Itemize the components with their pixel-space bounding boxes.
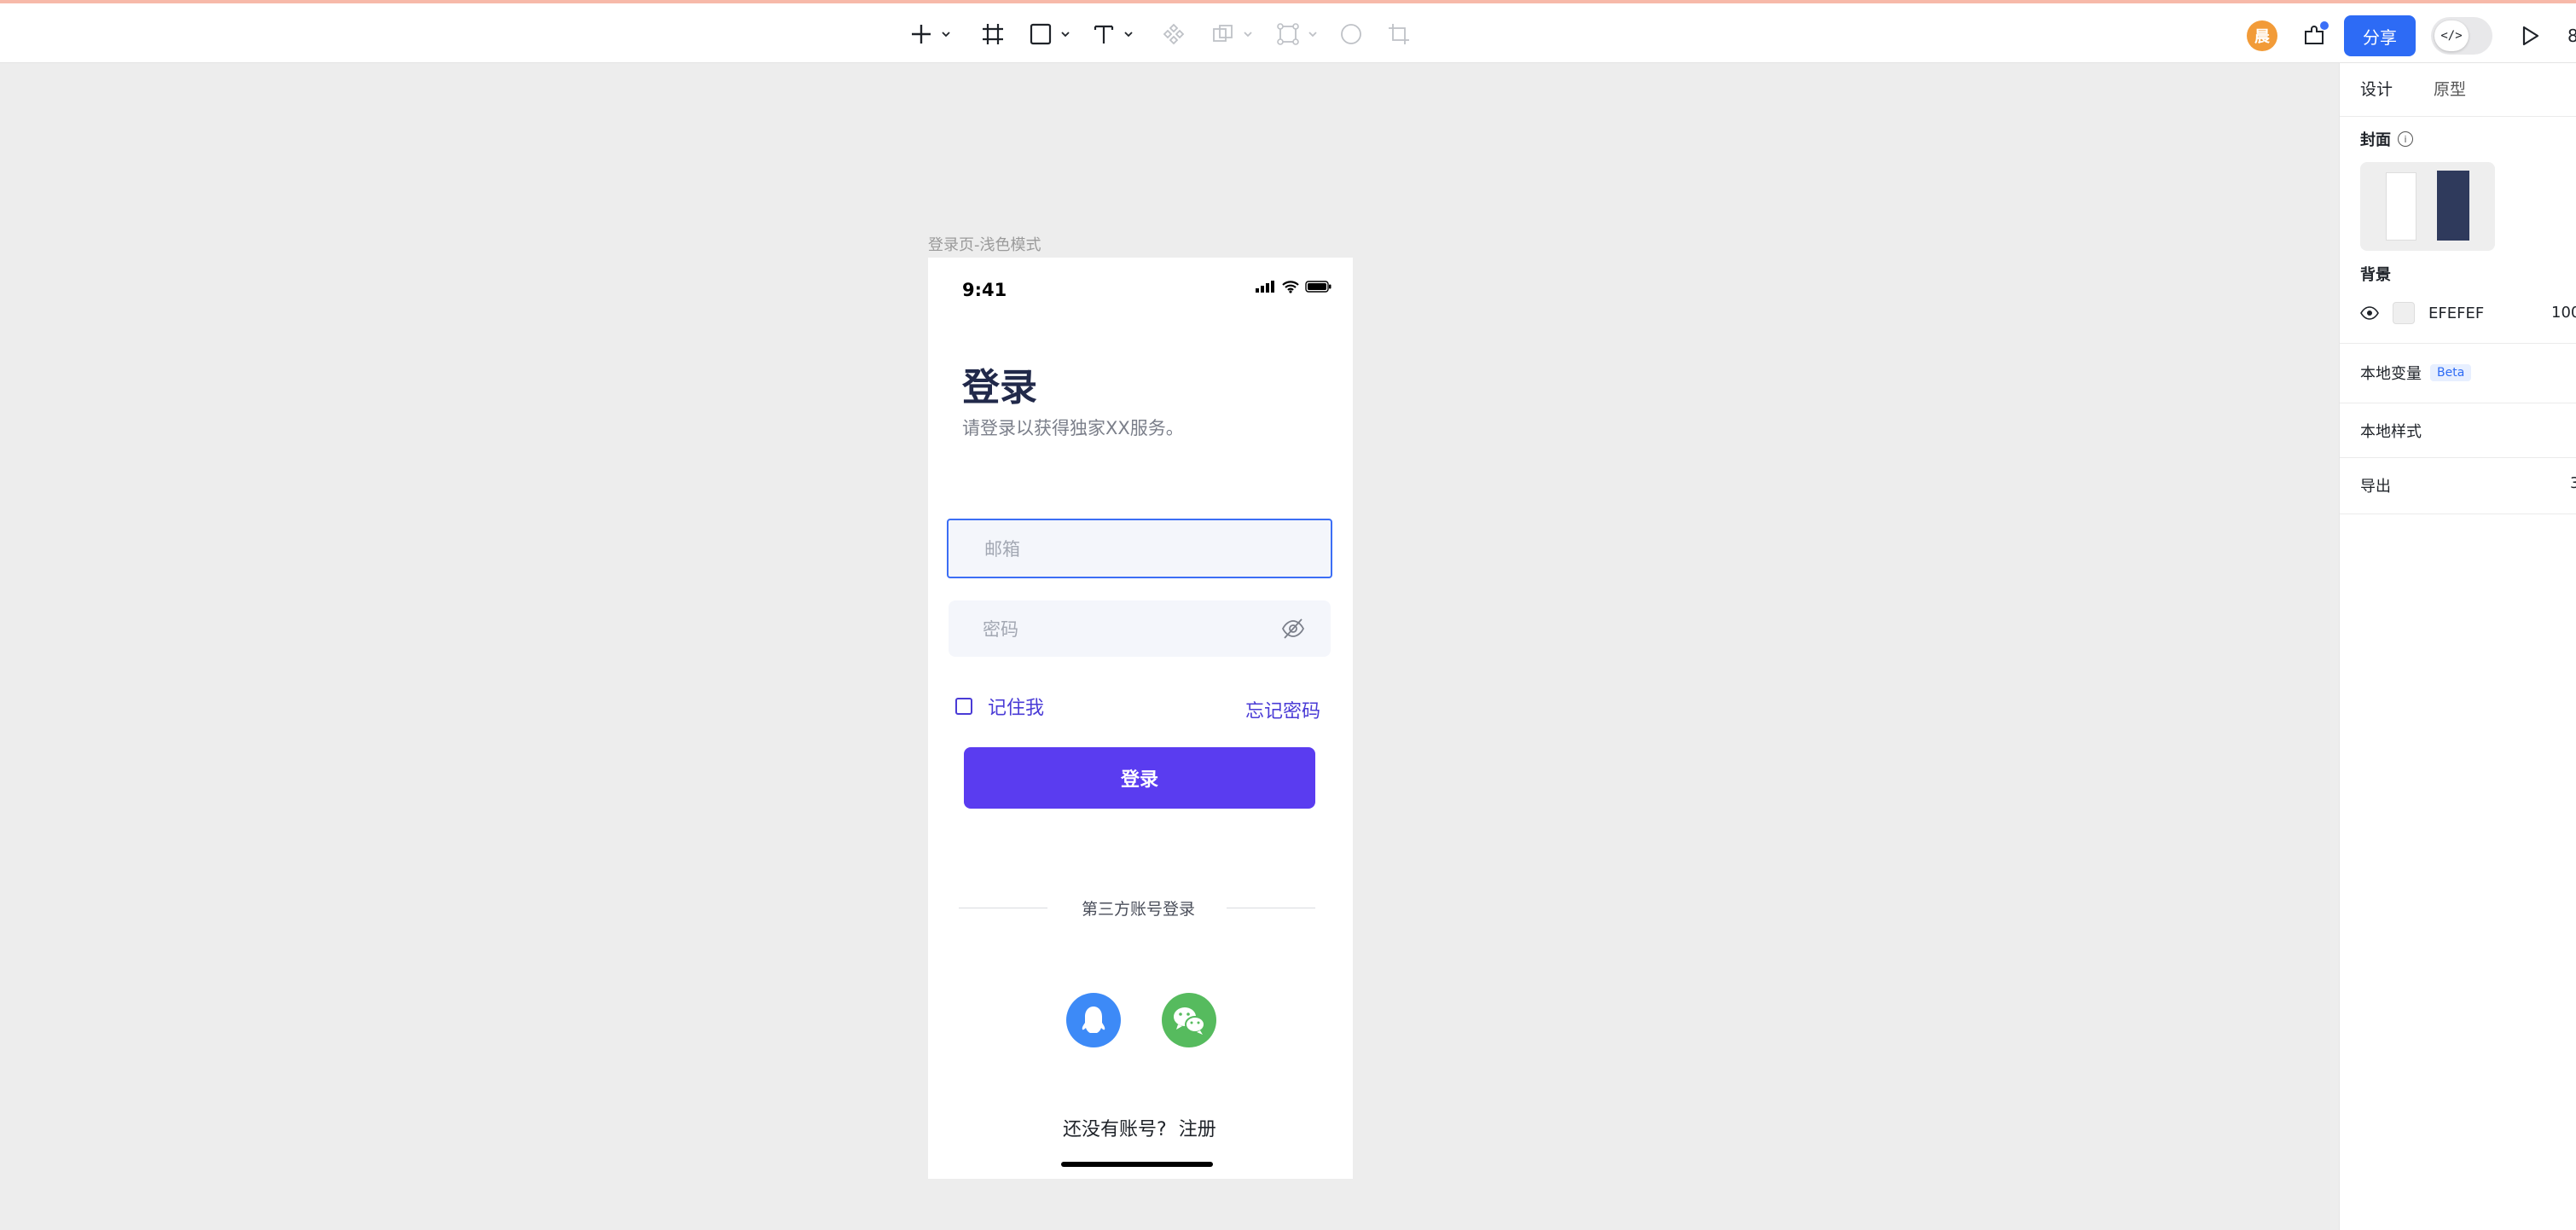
page-title: 登录 <box>962 366 1037 409</box>
remember-me[interactable]: 记住我 <box>955 693 1044 720</box>
forgot-password-link[interactable]: 忘记密码 <box>1245 696 1320 723</box>
divider <box>2340 457 2576 458</box>
beta-badge: Beta <box>2430 364 2472 381</box>
password-field[interactable]: 密码 <box>949 600 1331 657</box>
status-icons <box>1256 280 1332 293</box>
local-variables-label: 本地变量 <box>2360 365 2422 383</box>
add-tool[interactable] <box>909 19 952 49</box>
share-button[interactable]: 分享 <box>2344 15 2416 56</box>
background-row: EFEFEF <box>2360 302 2484 324</box>
remember-checkbox[interactable] <box>955 698 972 715</box>
divider <box>2340 343 2576 344</box>
info-icon[interactable]: i <box>2398 131 2413 147</box>
local-styles-row[interactable]: 本地样式 <box>2360 420 2422 442</box>
crop-icon <box>1389 24 1409 44</box>
present-button[interactable] <box>2515 20 2545 51</box>
avatar[interactable]: 晨 <box>2247 20 2277 51</box>
frame-tool[interactable] <box>981 19 1005 49</box>
qq-login-button[interactable] <box>1066 993 1121 1047</box>
qq-icon <box>1082 1007 1105 1033</box>
frame-icon <box>983 24 1003 44</box>
boolean-icon <box>1213 25 1233 42</box>
login-button[interactable]: 登录 <box>964 747 1315 809</box>
wifi-icon <box>1282 281 1299 293</box>
divider <box>2340 513 2576 514</box>
export-label: 导出 <box>2360 478 2391 496</box>
text-tool[interactable] <box>1092 19 1134 49</box>
panel-tabs: 设计 原型 <box>2360 77 2466 100</box>
plus-icon <box>912 25 931 44</box>
zoom-level[interactable]: 8 <box>2567 26 2576 46</box>
mask-icon <box>1277 23 1299 45</box>
third-party-label: 第三方账号登录 <box>1082 900 1196 919</box>
mask-tool[interactable] <box>1276 19 1319 49</box>
battery-icon <box>1305 281 1332 293</box>
email-field[interactable]: 邮箱 <box>947 519 1332 578</box>
boolean-tool[interactable] <box>1211 19 1254 49</box>
dev-mode-toggle[interactable]: </> <box>2431 17 2492 55</box>
tab-design[interactable]: 设计 <box>2360 77 2393 100</box>
eye-off-icon[interactable] <box>1281 618 1305 640</box>
frame-label[interactable]: 登录页-浅色模式 <box>928 233 1041 255</box>
divider <box>2340 116 2576 117</box>
crop-tool[interactable] <box>1387 19 1411 49</box>
text-icon <box>1094 25 1114 44</box>
component-tool[interactable] <box>1162 19 1186 49</box>
local-variables-row[interactable]: 本地变量 Beta <box>2360 362 2472 384</box>
signal-icon <box>1256 281 1274 293</box>
home-indicator <box>1061 1162 1213 1167</box>
wechat-login-button[interactable] <box>1162 993 1216 1047</box>
export-row[interactable]: 导出 <box>2360 474 2391 496</box>
login-frame[interactable]: 9:41 登录 请登录以获得独家XX服务。 邮箱 密码 记住我 忘记密码 登录 … <box>928 258 1353 1179</box>
status-time: 9:41 <box>962 280 1007 300</box>
background-title: 背景 <box>2360 266 2391 284</box>
no-account-text: 还没有账号? <box>1063 1119 1167 1140</box>
local-styles-label: 本地样式 <box>2360 423 2422 441</box>
background-opacity[interactable]: 100 % <box>2551 304 2576 322</box>
toolbar: 晨 分享 </> 8 <box>0 3 2576 63</box>
rectangle-icon <box>1030 23 1052 45</box>
page-subtitle: 请登录以获得独家XX服务。 <box>962 418 1184 438</box>
background-swatch[interactable] <box>2393 302 2415 324</box>
cover-preview-light <box>2386 172 2416 241</box>
shape-tool[interactable] <box>1029 19 1071 49</box>
cover-thumbnail[interactable] <box>2360 162 2495 251</box>
chevron-down-icon <box>942 32 950 38</box>
chevron-down-icon <box>1244 32 1252 38</box>
background-hex[interactable]: EFEFEF <box>2428 305 2484 322</box>
notification-dot <box>2320 21 2329 30</box>
email-placeholder: 邮箱 <box>984 539 1020 560</box>
properties-panel: 设计 原型 封面 i 背景 EFEFEF 100 % 本地变量 Beta 本地样… <box>2339 63 2576 1230</box>
ellipse-tool[interactable] <box>1339 19 1363 49</box>
cover-preview-dark <box>2437 171 2469 241</box>
wechat-icon <box>1174 1007 1205 1035</box>
chevron-down-icon <box>1308 32 1317 38</box>
export-add[interactable]: 3 <box>2570 474 2576 492</box>
eye-icon[interactable] <box>2360 306 2379 320</box>
code-icon: </> <box>2434 20 2469 51</box>
remember-label: 记住我 <box>988 698 1045 719</box>
cover-section-title: 封面 i <box>2360 128 2413 150</box>
circle-icon <box>1341 24 1361 44</box>
register-link[interactable]: 注册 <box>1179 1114 1216 1141</box>
chevron-down-icon <box>1124 32 1133 38</box>
cover-title: 封面 <box>2360 131 2391 149</box>
play-icon <box>2522 26 2539 46</box>
component-icon <box>1163 23 1185 45</box>
signup-row: 还没有账号? 注册 <box>1063 1114 1216 1141</box>
chevron-down-icon <box>1061 32 1070 38</box>
plugin-button[interactable] <box>2298 19 2332 53</box>
tab-prototype[interactable]: 原型 <box>2434 77 2466 100</box>
password-placeholder: 密码 <box>983 619 1018 640</box>
